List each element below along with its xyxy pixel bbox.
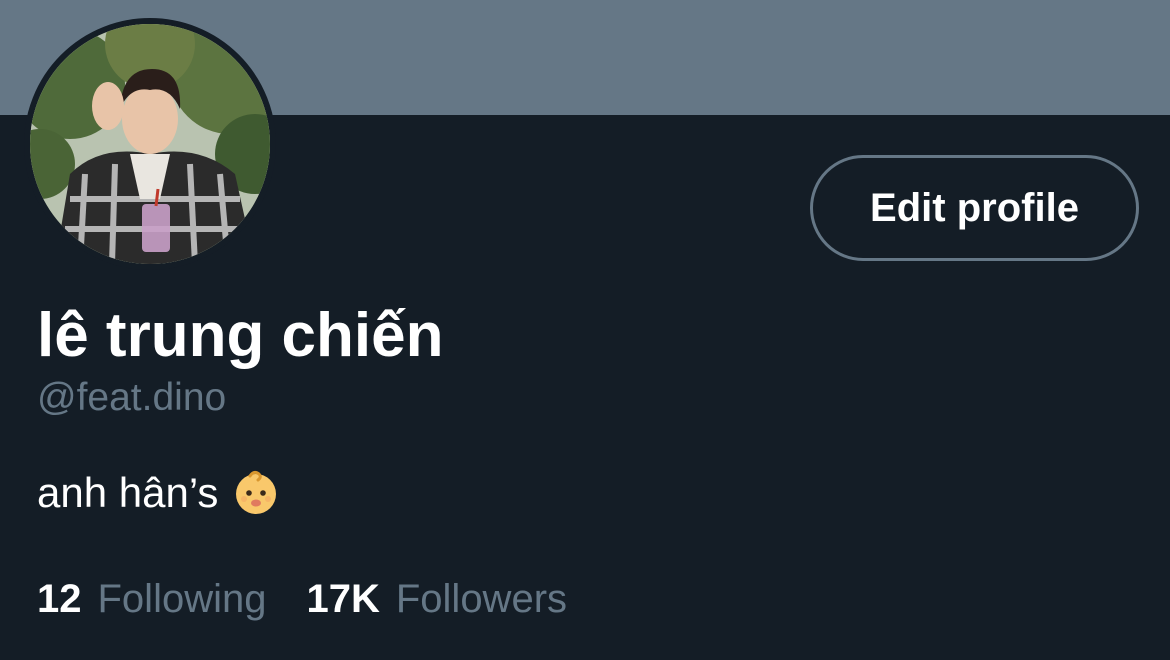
following-count: 12 (37, 577, 82, 621)
baby-emoji-icon (232, 469, 280, 517)
profile-bio: anh hân’s (37, 468, 280, 518)
following-label: Following (97, 577, 267, 621)
followers-label: Followers (395, 577, 568, 621)
profile-stats: 12 Following 17K Followers (37, 575, 567, 623)
followers-count: 17K (306, 577, 380, 621)
avatar-photo (30, 24, 270, 264)
profile-display-name: lê trung chiến (37, 301, 444, 370)
profile-handle: @feat.dino (37, 376, 227, 419)
bio-text: anh hân’s (37, 469, 219, 516)
following-link[interactable]: 12 Following (37, 575, 266, 623)
edit-profile-button[interactable]: Edit profile (810, 155, 1139, 261)
profile-avatar[interactable] (24, 18, 276, 270)
followers-link[interactable]: 17K Followers (306, 575, 567, 623)
